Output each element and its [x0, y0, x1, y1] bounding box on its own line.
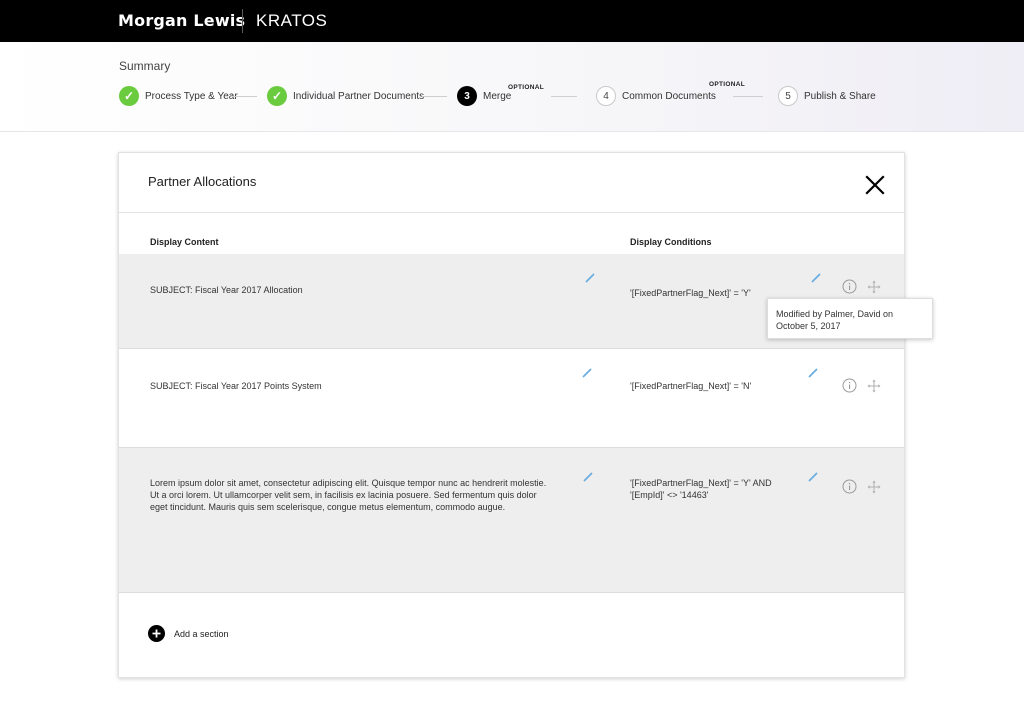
table-row: Lorem ipsum dolor sit amet, consectetur … [119, 448, 904, 593]
pencil-icon[interactable] [583, 469, 593, 482]
step-label: Process Type & Year [145, 90, 238, 102]
step-number: 4 [596, 86, 616, 106]
row-display-condition[interactable]: '[FixedPartnerFlag_Next]' = 'N' [630, 380, 751, 392]
info-icon[interactable] [842, 479, 857, 494]
product-name: KRATOS [256, 11, 328, 30]
check-icon: ✓ [267, 86, 287, 106]
move-icon[interactable] [867, 280, 881, 294]
pencil-icon[interactable] [582, 365, 592, 378]
step-label: Individual Partner Documents [293, 90, 425, 102]
column-header-display-conditions: Display Conditions [630, 237, 712, 247]
tooltip-line: October 5, 2017 [776, 321, 841, 331]
move-icon[interactable] [867, 480, 881, 494]
top-bar: Morgan Lewis KRATOS [0, 0, 1024, 42]
pencil-icon[interactable] [585, 270, 595, 283]
summary-title: Summary [119, 59, 171, 73]
content-line: Lorem ipsum dolor sit amet, consectetur … [150, 478, 547, 488]
modal-header: Partner Allocations [119, 153, 904, 213]
row-display-content[interactable]: SUBJECT: Fiscal Year 2017 Points System [150, 380, 322, 392]
plus-icon [148, 625, 165, 642]
step-connector [733, 96, 763, 97]
pencil-icon[interactable] [808, 469, 818, 482]
step-label: Common Documents [622, 90, 716, 102]
step-label: Publish & Share [804, 90, 876, 102]
step-connector [551, 96, 577, 97]
step-common-documents[interactable]: 4 Common Documents [596, 86, 716, 106]
tooltip-line: Modified by Palmer, David on [776, 309, 894, 319]
optional-badge: OPTIONAL [709, 81, 745, 88]
move-icon[interactable] [867, 379, 881, 393]
step-number: 5 [778, 86, 798, 106]
content-line: eget tincidunt. Mauris quis sem sceleris… [150, 502, 506, 512]
info-icon[interactable] [842, 378, 857, 393]
check-icon: ✓ [119, 86, 139, 106]
table-row: SUBJECT: Fiscal Year 2017 Points System … [119, 349, 904, 448]
content-line: Ut a orci lorem. Ut ullamcorper velit se… [150, 490, 537, 500]
step-process-type-year[interactable]: ✓ Process Type & Year [119, 86, 238, 106]
pencil-icon[interactable] [811, 270, 821, 283]
optional-badge: OPTIONAL [508, 84, 544, 91]
modal-title: Partner Allocations [148, 174, 257, 189]
row-display-content[interactable]: Lorem ipsum dolor sit amet, consectetur … [150, 477, 546, 513]
partner-allocations-modal: Partner Allocations Display Content Disp… [118, 152, 905, 678]
step-number: 3 [457, 86, 477, 106]
step-individual-partner-documents[interactable]: ✓ Individual Partner Documents [267, 86, 424, 106]
step-label: Merge [483, 90, 512, 102]
close-icon[interactable] [863, 173, 887, 197]
add-section-button[interactable]: Add a section [148, 625, 229, 642]
brand-divider [242, 9, 243, 33]
summary-band: Summary ✓ Process Type & Year ✓ Individu… [0, 42, 1024, 132]
row-display-condition[interactable]: '[FixedPartnerFlag_Next]' = 'Y' AND '[Em… [630, 477, 772, 501]
step-merge[interactable]: 3 Merge [457, 86, 511, 106]
step-connector [422, 96, 447, 97]
step-connector [232, 96, 257, 97]
info-icon[interactable] [842, 279, 857, 294]
add-section-label: Add a section [174, 628, 229, 639]
modified-by-tooltip: Modified by Palmer, David on October 5, … [767, 298, 933, 339]
row-display-condition[interactable]: '[FixedPartnerFlag_Next]' = 'Y' [630, 287, 751, 299]
pencil-icon[interactable] [808, 365, 818, 378]
condition-line: '[EmpId]' <> '14463' [630, 490, 709, 500]
column-header-display-content: Display Content [150, 237, 219, 247]
brand-logo[interactable]: Morgan Lewis [118, 11, 245, 30]
condition-line: '[FixedPartnerFlag_Next]' = 'Y' AND [630, 478, 772, 488]
step-publish-share[interactable]: 5 Publish & Share [778, 86, 876, 106]
row-display-content[interactable]: SUBJECT: Fiscal Year 2017 Allocation [150, 284, 303, 296]
